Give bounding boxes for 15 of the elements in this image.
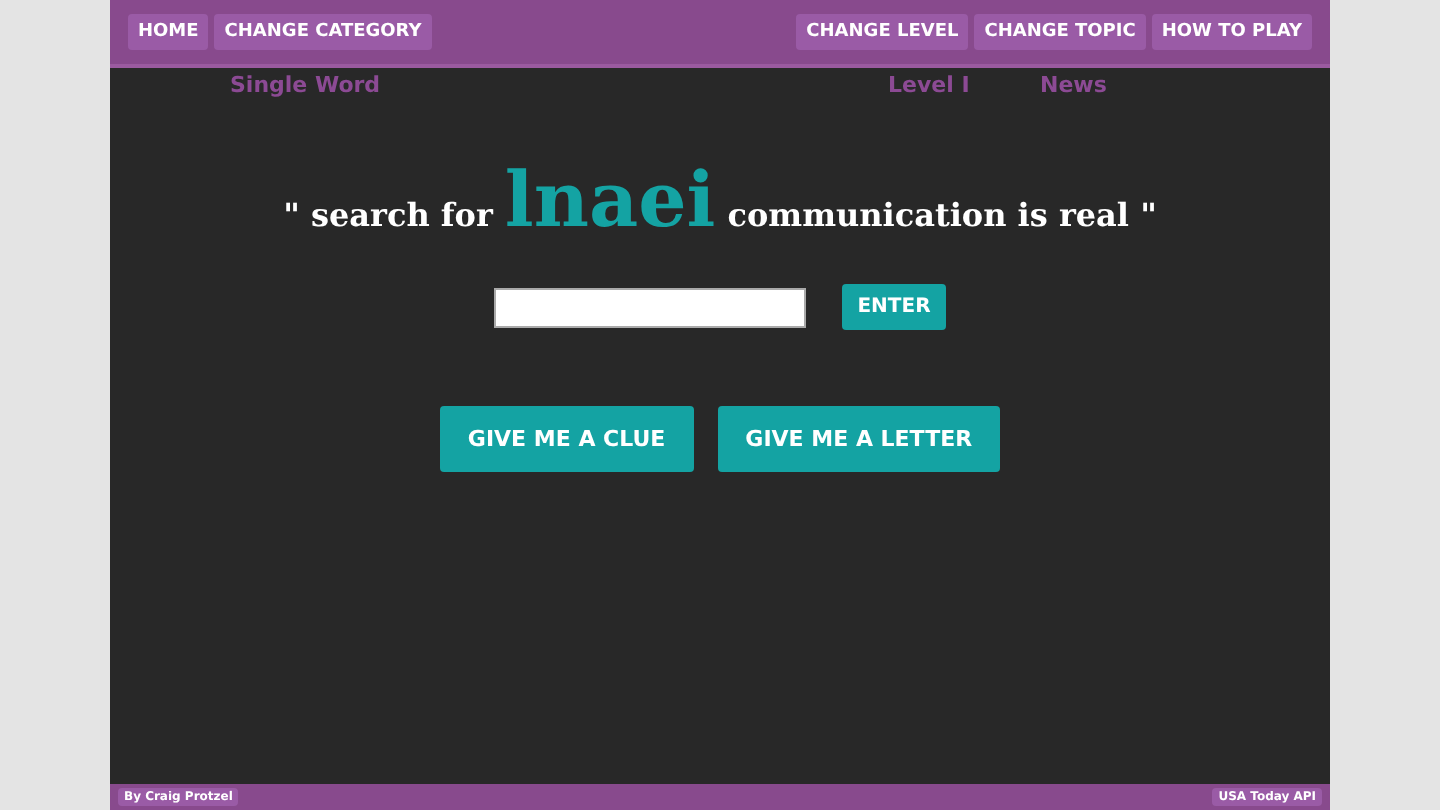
nav-button[interactable]: CHANGE TOPIC: [974, 14, 1146, 50]
topic-label: News: [1040, 72, 1107, 98]
hint-button[interactable]: GIVE ME A LETTER: [717, 406, 1001, 472]
category-label: Single Word: [230, 72, 381, 98]
puzzle-text: " search for: [283, 196, 493, 234]
puzzle-text: communication is real ": [727, 196, 1157, 234]
nav-button[interactable]: HOW TO PLAY: [1151, 14, 1312, 50]
hint-button[interactable]: GIVE ME A CLUE: [439, 406, 694, 472]
scrambled-word: lnaei: [504, 160, 716, 240]
enter-button[interactable]: ENTER: [841, 284, 947, 330]
nav-button[interactable]: CHANGE LEVEL: [796, 14, 969, 50]
answer-field[interactable]: [493, 287, 806, 327]
nav-button[interactable]: CHANGE CATEGORY: [214, 14, 432, 50]
level-label: Level I: [888, 72, 970, 98]
nav-button[interactable]: HOME: [128, 14, 209, 50]
